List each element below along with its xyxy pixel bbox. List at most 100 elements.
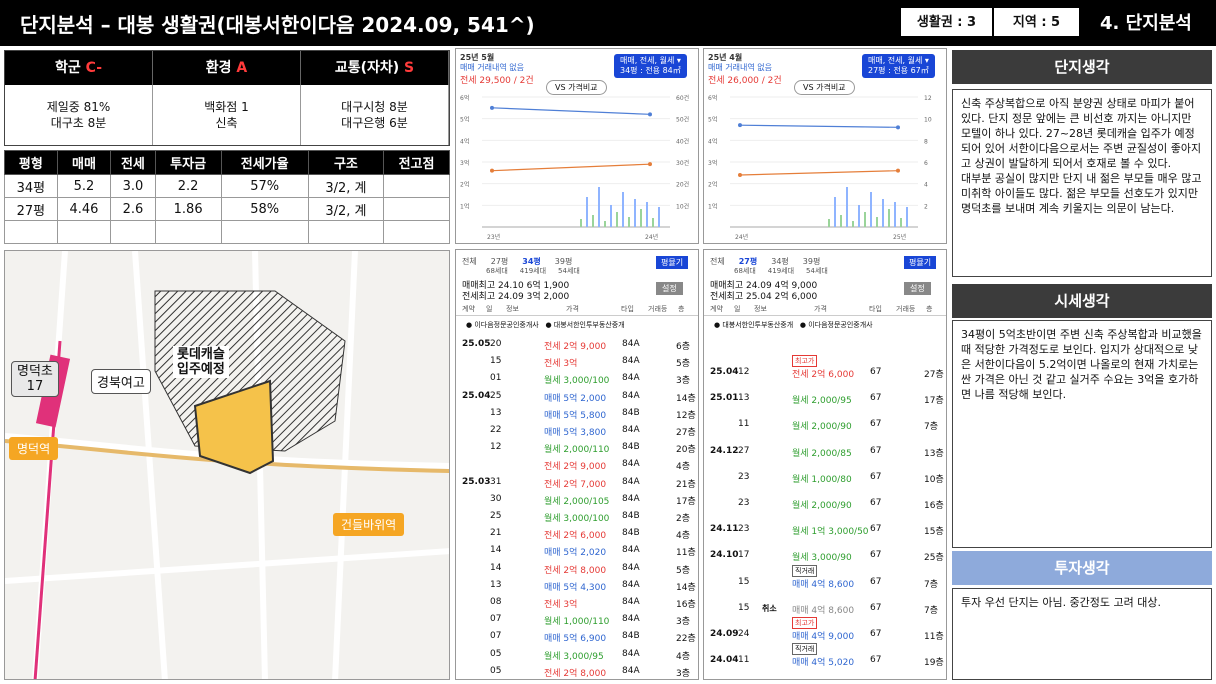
trade-day: 23 (738, 498, 750, 508)
filter-label: 매매, 전세, 월세 (868, 56, 923, 65)
avatar: ● (545, 321, 552, 329)
table-row[interactable]: 24.04 11 매매 4억 5,020 67 19층 (704, 650, 946, 672)
tab-size[interactable]: 27평 (491, 257, 509, 266)
table-row[interactable]: 23 월세 1,000/80 67 10층 (704, 467, 946, 489)
agent-row: ● 대봉서한인투부동산중개 ● 이다음정문공인중개사 (714, 320, 944, 330)
trade-type: 67 (870, 445, 882, 456)
volume-bar (592, 215, 594, 227)
score-school-grade: C- (85, 60, 103, 76)
table-row[interactable]: 24.10 17 월세 3,000/90 67 25층 (704, 545, 946, 567)
agent-row: ● 이다음정문공인중개사 ● 대봉서한인투부동산중개 (466, 320, 696, 330)
trade-type: 84A (622, 425, 640, 435)
trade-day: 07 (490, 631, 502, 642)
table-row[interactable]: 25.04 12 전세 2억 6,000 67 27층 (704, 362, 946, 384)
trade-floor: 12층 (676, 410, 696, 421)
data-point (490, 105, 494, 110)
complex-thoughts-text: 신축 주상복합으로 아직 분양권 상태로 마피가 붙어 있다. 단지 정문 앞에… (952, 89, 1212, 277)
trade-price: 전세 2억 8,000 (544, 565, 607, 576)
trade-col-headers: 계약 일 정보 가격 타입 거래등 층 (456, 302, 698, 316)
unit-count: 54세대 (806, 267, 828, 275)
fold-button[interactable]: 평뮬기 (904, 256, 937, 269)
trade-price: 매매 4억 8,600 (792, 579, 855, 590)
trade-month: 24.10 (710, 550, 739, 561)
score-block: 학군 C- 환경 A 교통(자차) S 제일중 81% 대구초 8분 백화점 1 신… (4, 50, 450, 146)
detail-line: 신축 (215, 116, 238, 130)
girls-school-label: 경북여고 (91, 369, 151, 394)
trade-type: 67 (870, 629, 882, 639)
trade-day: 21 (490, 528, 502, 539)
settings-button[interactable]: 설정 (656, 282, 683, 295)
station2-label: 건들바위역 (333, 513, 405, 536)
y-tick-label: 4억 (460, 137, 469, 145)
trade-price: 매매 5억 2,000 (544, 393, 607, 404)
tab-size[interactable]: 전체 (462, 257, 477, 266)
station1-label: 명덕역 (9, 437, 59, 460)
table-row[interactable]: 24.11 23 월세 1억 3,000/50 67 15층 (704, 519, 946, 541)
y2-tick-label: 60건 (676, 94, 689, 102)
volume-bar (586, 197, 588, 227)
trade-day: 30 (490, 493, 502, 504)
data-point (896, 168, 900, 173)
complex-thoughts-header: 단지생각 (952, 50, 1212, 84)
volume-bar (616, 212, 618, 227)
filter-label: 매매, 전세, 월세 (620, 56, 675, 65)
chart1-filter[interactable]: 매매, 전세, 월세 ▾ 34평 : 전용 84㎡ (614, 54, 687, 78)
trade-month: 24.04 (710, 655, 739, 666)
tab-size[interactable]: 34평 (771, 257, 789, 266)
data-point (648, 112, 652, 117)
location-map[interactable]: 명덕초 17 경북여고 롯데캐슬 입주예정 명덕역 건들바위역 (4, 250, 450, 680)
trade-price: 매매 4억 8,600 (792, 605, 855, 616)
price-table: 평형 매매 전세 투자금 전세가율 구조 전고점 34평 5.2 3.0 2.2 57%… (4, 150, 450, 244)
trade-type: 84A (622, 373, 640, 384)
trade-price: 월세 3,000/100 (544, 514, 610, 524)
y-tick-label: 4억 (708, 137, 717, 145)
score-header: 학군 C- 환경 A 교통(자차) S (5, 51, 449, 85)
trade-floor: 27층 (924, 370, 944, 380)
unit-count: 68세대 (486, 267, 508, 275)
cell: 2.2 (154, 174, 222, 198)
cell: 58% (220, 197, 309, 221)
settings-button[interactable]: 설정 (904, 282, 931, 295)
trade-type: 84A (622, 545, 640, 556)
tab-size[interactable]: 27평 (739, 257, 758, 266)
fold-button[interactable]: 평뮬기 (656, 256, 689, 269)
table-row[interactable]: 25.01 13 월세 2,000/95 67 17층 (704, 388, 946, 410)
trade-type: 84A (622, 579, 640, 590)
tab-size[interactable]: 39평 (803, 257, 821, 266)
table-row[interactable]: 23 월세 2,000/90 67 16층 (704, 493, 946, 515)
col-header: 전세가율 (220, 150, 309, 175)
trade-price: 월세 2,000/90 (792, 501, 852, 511)
table-row[interactable]: 11 월세 2,000/90 67 7층 (704, 414, 946, 436)
tab-size[interactable]: 34평 (522, 257, 541, 266)
trade-type: 67 (870, 393, 882, 404)
trade-day: 01 (490, 373, 502, 384)
tab-size[interactable]: 전체 (710, 257, 725, 266)
trade-price: 월세 2,000/95 (792, 396, 852, 407)
col-header: 가격 (566, 305, 579, 313)
trade-day: 23 (738, 524, 750, 535)
trade-type: 84A (622, 614, 640, 625)
chart2-filter[interactable]: 매매, 전세, 월세 ▾ 27평 : 전용 67㎡ (862, 54, 935, 78)
trade-type: 84B (622, 631, 640, 642)
cell: 2.6 (110, 197, 156, 221)
volume-bar (876, 217, 878, 227)
tab-size[interactable]: 39평 (555, 257, 573, 266)
volume-bar (634, 199, 636, 227)
trade-type: 84A (622, 665, 640, 676)
table-row[interactable]: 15 매매 4억 8,600 67 7층 (704, 598, 946, 620)
section-title: 4. 단지분석 (1100, 13, 1192, 34)
cell: 27평 (4, 197, 58, 221)
y-tick-label: 1억 (708, 202, 717, 210)
table-row[interactable]: 24.09 24 매매 4억 9,000 67 11층 (704, 624, 946, 646)
trade-panel-2: 전체 27평 34평 39평 68세대 419세대 54세대 평뮬기 매매최고 24.09 4억… (703, 249, 947, 680)
direct-trade-tag: 직거래 (792, 564, 818, 577)
table-row[interactable]: 05 전세 2억 8,000 84A 3층 (456, 661, 698, 679)
y2-tick-label: 50건 (676, 116, 689, 124)
table-row[interactable]: 24.12 27 월세 2,000/85 67 13층 (704, 441, 946, 463)
data-point (738, 123, 742, 128)
trade-floor: 19층 (924, 658, 944, 669)
avatar: ● (714, 321, 721, 329)
series-line-0 (739, 124, 899, 128)
col-header: 구조 (307, 150, 385, 175)
table-row[interactable]: 15 매매 4억 8,600 67 7층 (704, 572, 946, 594)
